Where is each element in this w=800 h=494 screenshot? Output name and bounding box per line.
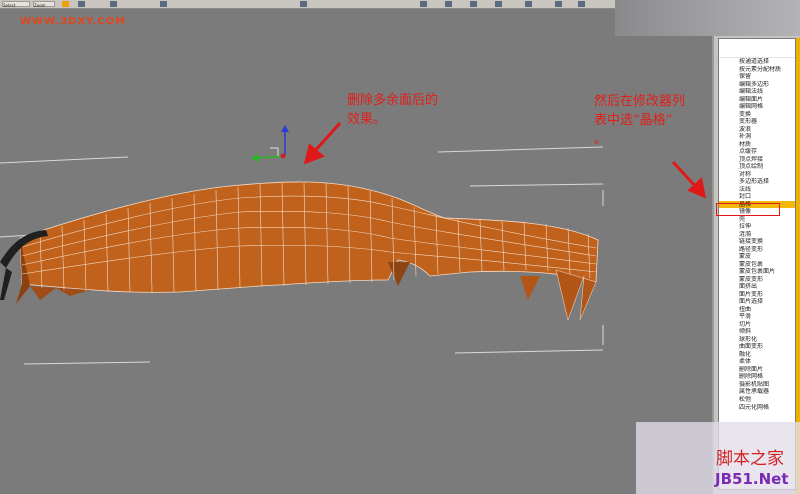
modifier-item[interactable]: 点缓存	[719, 148, 795, 156]
modifier-item[interactable]: 壳	[719, 216, 795, 224]
modifier-item[interactable]: 切片	[719, 321, 795, 329]
modifier-item[interactable]: 补洞	[719, 133, 795, 141]
modifier-item[interactable]: 蒙皮变形	[719, 276, 795, 284]
modifier-item[interactable]: 融化	[719, 351, 795, 359]
modifier-item[interactable]: 按元素分配材质	[719, 66, 795, 74]
site-watermark-name: 脚本之家	[716, 449, 784, 469]
modifier-item[interactable]: 柔体	[719, 358, 795, 366]
modifier-item[interactable]: 面挤出	[719, 283, 795, 291]
modifier-item[interactable]: 扭曲	[719, 306, 795, 314]
modifier-item[interactable]: 球形化	[719, 336, 795, 344]
site-watermark-top: WWW.3DXY.COM	[20, 16, 127, 27]
curve-editor-icon[interactable]	[495, 1, 502, 7]
material-editor-icon[interactable]	[525, 1, 532, 7]
modifier-item[interactable]: 编辑面片	[719, 96, 795, 104]
render-setup-icon[interactable]	[555, 1, 562, 7]
modifier-item[interactable]: 倾斜	[719, 328, 795, 336]
rotate-tool-icon[interactable]	[110, 1, 117, 7]
modifier-item[interactable]: 法线	[719, 186, 795, 194]
modifier-item[interactable]: 顶点绘制	[719, 163, 795, 171]
render-icon[interactable]	[578, 1, 585, 7]
modifier-item[interactable]: 四元化网格	[719, 404, 795, 412]
modifier-item[interactable]: 编辑网格	[719, 103, 795, 111]
modifier-item[interactable]: 变换	[719, 111, 795, 119]
scale-tool-icon[interactable]	[160, 1, 167, 7]
modifier-item[interactable]: 蒙皮	[719, 253, 795, 261]
perspective-viewport[interactable]	[0, 8, 712, 494]
modifier-item[interactable]: 松弛	[719, 396, 795, 404]
modifier-item[interactable]: 涟漪	[719, 231, 795, 239]
modifier-item[interactable]: 曲面变形	[719, 343, 795, 351]
modifier-item[interactable]: 顶点焊接	[719, 156, 795, 164]
modifier-item[interactable]: 编辑多边形	[719, 81, 795, 89]
annotation-line: 然后在修改器列	[594, 94, 686, 109]
lattice-highlight-box	[716, 203, 780, 216]
car-mesh	[0, 181, 599, 322]
modifier-item[interactable]: 编辑法线	[719, 88, 795, 96]
move-tool-icon[interactable]	[78, 1, 85, 7]
modifier-list-items: 按通道选择 按元素分配材质 保留 编辑多边形 编辑法线 编辑面片 编辑网格 变换 变形器 波浪 补洞…	[719, 58, 795, 403]
annotation-line: 效果。	[347, 112, 387, 127]
modifier-item[interactable]: 属性承载器	[719, 388, 795, 396]
modifier-item[interactable]: 拉伸	[719, 223, 795, 231]
site-watermark-url: JB51.Net	[715, 470, 789, 488]
modifier-item[interactable]: 多边形选择	[719, 178, 795, 186]
modifier-item[interactable]: 平滑	[719, 313, 795, 321]
mirror-icon[interactable]	[420, 1, 427, 7]
modifier-item[interactable]: 删除面片	[719, 366, 795, 374]
gizmo-axis	[251, 125, 289, 162]
modifier-item[interactable]: 删除网格	[719, 373, 795, 381]
modifier-item[interactable]: 蒙皮包裹面片	[719, 268, 795, 276]
modifier-item[interactable]: 材质	[719, 141, 795, 149]
viewport-canvas	[0, 121, 706, 365]
modifier-item[interactable]: 面片选择	[719, 298, 795, 306]
select-tool-icon[interactable]	[62, 1, 69, 7]
modifier-item[interactable]: 链接变换	[719, 238, 795, 246]
annotation-line: 。	[594, 132, 608, 147]
annotation-line: 删除多余面后的	[347, 93, 439, 108]
selection-set-field[interactable]: Select	[2, 1, 30, 8]
modifier-item[interactable]: 波浪	[719, 126, 795, 134]
modifier-item[interactable]: 按通道选择	[719, 58, 795, 66]
modifier-item[interactable]: 摄影机贴图	[719, 381, 795, 389]
modifier-item[interactable]: 保留	[719, 73, 795, 81]
modifier-item[interactable]: 蒙皮包裹	[719, 261, 795, 269]
snap-icon[interactable]	[300, 1, 307, 7]
modifier-list-header	[719, 39, 795, 58]
modifier-item[interactable]: 变形器	[719, 118, 795, 126]
annotation-delete-faces: 删除多余面后的 效果。	[347, 91, 438, 129]
modifier-item[interactable]: 封口	[719, 193, 795, 201]
zoom-field[interactable]: Zoom	[33, 1, 55, 8]
annotation-select-lattice: 然后在修改器列 表中选“晶格” 。	[594, 92, 685, 149]
modifier-item[interactable]: 路径变形	[719, 246, 795, 254]
annotation-line: 表中选“晶格”	[594, 113, 673, 128]
layer-icon[interactable]	[470, 1, 477, 7]
modifier-item[interactable]: 对称	[719, 171, 795, 179]
align-icon[interactable]	[445, 1, 452, 7]
modifier-item[interactable]: 面片变形	[719, 291, 795, 299]
